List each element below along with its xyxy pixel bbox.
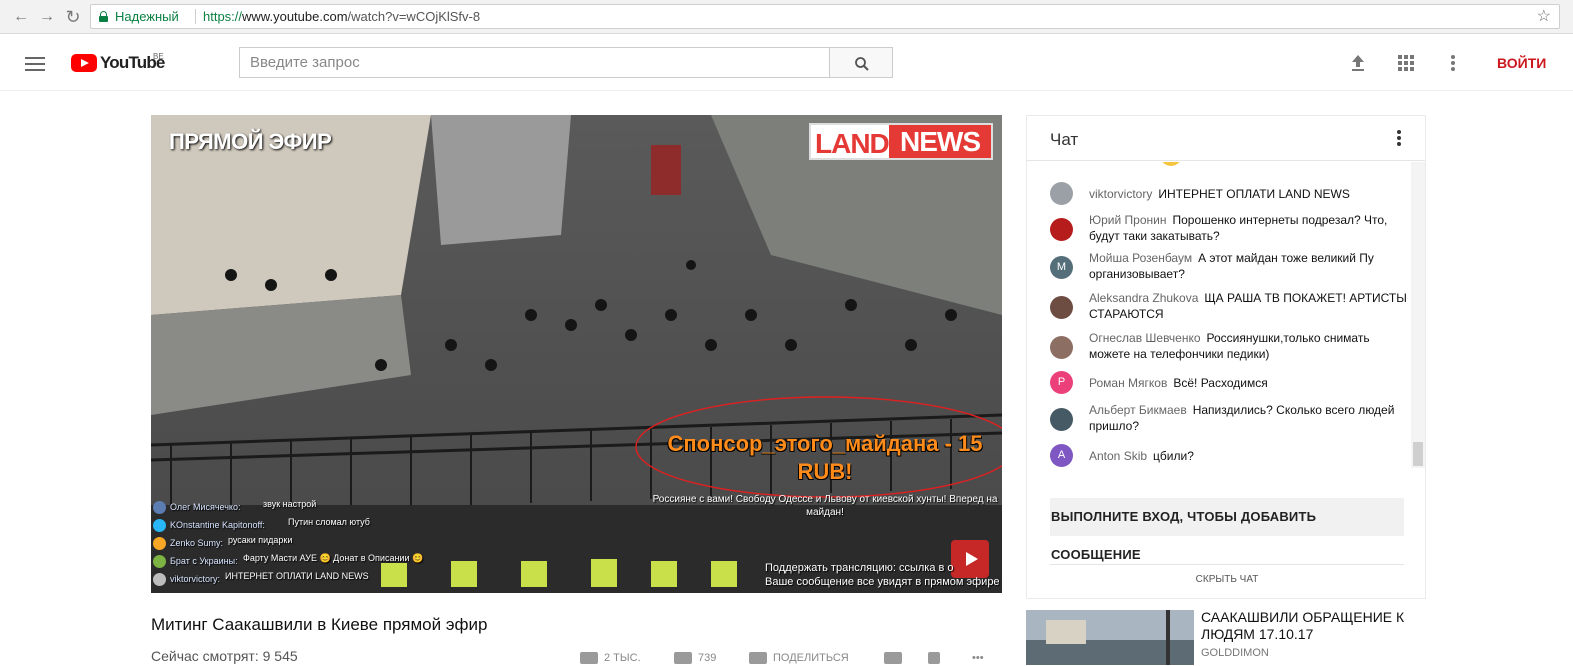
share-button[interactable]: ПОДЕЛИТЬСЯ [749,652,849,666]
chat-scrollbar[interactable] [1411,162,1425,468]
url-text[interactable]: https://www.youtube.com/watch?v=wCOjKlSf… [203,5,480,28]
thumb-up-icon [580,652,598,665]
upload-icon[interactable] [1347,52,1369,74]
overlay-chat-row: KOnstantine Kapitonoff: Путин сломал ютуб [153,517,413,535]
chat-signin-prompt[interactable]: ВЫПОЛНИТЕ ВХОД, ЧТОБЫ ДОБАВИТЬ СООБЩЕНИЕ [1050,498,1404,562]
overlay-chat-row: Олег Мисячечко: звук настрой [153,499,413,517]
video-player[interactable]: ПРЯМОЙ ЭФИР LAND NEWS Спонсор_этого_майд… [151,115,1002,593]
secure-label: Надежный [115,9,179,24]
add-to-playlist-button[interactable] [884,652,908,666]
avatar [153,537,166,550]
avatar: A [1050,444,1073,467]
live-label: ПРЯМОЙ ЭФИР [169,129,332,154]
overlay-chat: Олег Мисячечко: звук настрой KOnstantine … [153,499,423,589]
dislike-button[interactable]: 739 [674,652,716,666]
flag-icon [928,652,940,665]
chat-more-icon[interactable] [1397,130,1401,146]
address-bar[interactable]: Надежный https://www.youtube.com/watch?v… [90,4,1560,29]
reload-icon[interactable]: ↻ [62,6,84,28]
avatar: P [1050,371,1073,394]
more-actions-button[interactable]: ••• [972,652,984,666]
lock-icon [99,11,108,22]
banner-caption: Россияне с вами! Свободу Одессе и Львову… [652,494,998,518]
chat-header: Чат [1027,116,1425,161]
avatar [153,519,166,532]
sponsor-caption: Спонсор_этого_майдана - 15 RUB! [667,431,983,484]
overlay-chat-row: Zenko Sumy: русаки пидарки [153,535,413,553]
video-title: Митинг Саакашвили в Киеве прямой эфир [151,615,488,634]
live-chat-panel: Чат viktorvictory ИНТЕРНЕТ ОПЛАТИ LAND NE… [1026,115,1426,599]
avatar [1050,218,1073,241]
youtube-play-icon [71,54,97,72]
share-icon [749,652,767,665]
avatar [153,501,166,514]
report-button[interactable] [928,652,946,666]
menu-icon[interactable] [25,57,45,71]
thumb-down-icon [674,652,692,665]
playlist-add-icon [884,652,902,665]
search-icon [855,57,869,71]
avatar [153,555,166,568]
more-vert-icon[interactable] [1442,52,1464,74]
more-horiz-icon: ••• [972,652,984,664]
hide-chat-button[interactable]: СКРЫТЬ ЧАТ [1050,564,1404,594]
apps-grid-icon[interactable] [1395,52,1417,74]
recommended-video-thumbnail[interactable] [1026,610,1194,665]
landnews-logo: LAND NEWS [809,123,993,160]
avatar [1050,408,1073,431]
emoji-icon [1160,162,1182,166]
recommended-video-title[interactable]: СААКАШВИЛИ ОБРАЩЕНИЕ К ЛЮДЯМ 17.10.17 [1201,609,1441,643]
address-separator [195,9,196,24]
scrollbar-thumb[interactable] [1413,442,1423,466]
view-count: Сейчас смотрят: 9 545 [151,648,298,664]
signin-button[interactable]: ВОЙТИ [1497,55,1546,71]
browser-toolbar: ← → ↻ Надежный https://www.youtube.com/w… [0,0,1573,34]
chat-message-list[interactable]: viktorvictory ИНТЕРНЕТ ОПЛАТИ LAND NEWS Ю… [1027,162,1411,468]
search-button[interactable] [829,47,893,78]
avatar [153,573,166,586]
avatar: M [1050,256,1073,279]
like-button[interactable]: 2 ТЫС. [580,652,641,666]
overlay-chat-row: Брат с Украины: Фарту Масти АУЕ 😊 Донат в… [153,553,423,571]
avatar [1050,336,1073,359]
bookmark-star-icon[interactable]: ☆ [1537,5,1551,28]
recommended-video-channel: GOLDDIMON [1201,647,1269,659]
back-arrow-icon[interactable]: ← [10,6,32,28]
youtube-header: YouTube BE Введите запрос ВОЙТИ [0,35,1573,91]
avatar [1050,182,1073,205]
chat-title: Чат [1050,130,1079,149]
avatar [1050,296,1073,319]
support-caption: Поддержать трансляцию: ссылка в о Ваше с… [765,562,1000,588]
overlay-chat-row: viktorvictory: ИНТЕРНЕТ ОПЛАТИ LAND NEWS [153,571,413,589]
forward-arrow-icon[interactable]: → [36,6,58,28]
search-input[interactable]: Введите запрос [239,47,829,78]
